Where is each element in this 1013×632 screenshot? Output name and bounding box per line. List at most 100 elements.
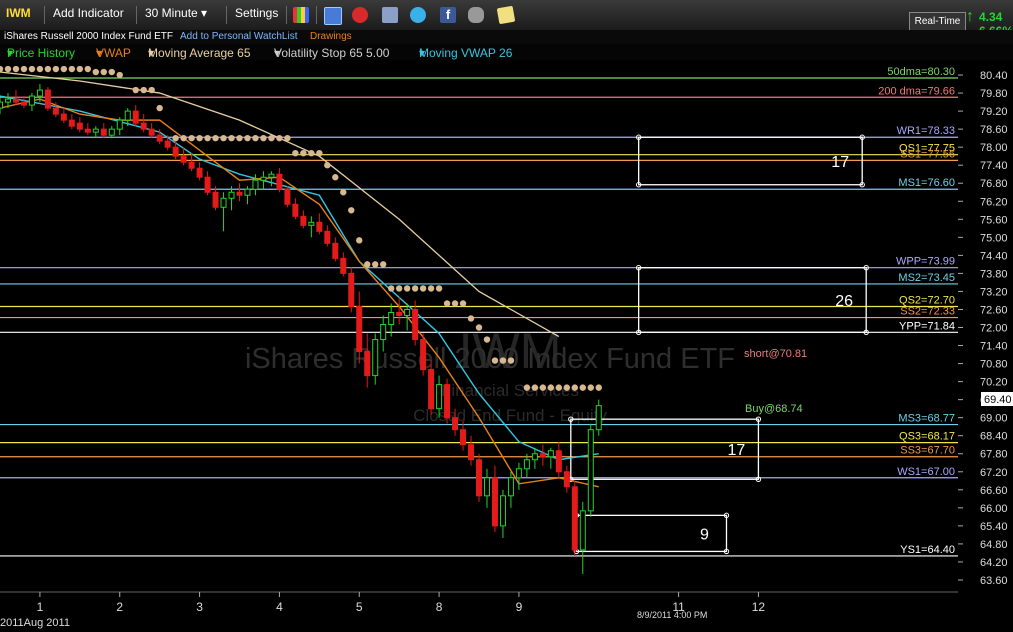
candle-body xyxy=(436,384,443,410)
binoculars-icon[interactable] xyxy=(468,7,484,23)
toolbar-divider xyxy=(226,6,227,24)
settings-button[interactable]: Settings xyxy=(235,6,278,20)
candle-body xyxy=(0,101,3,109)
chevron-down-icon: ▾ xyxy=(201,6,208,20)
level-label: SS2=72.33 xyxy=(900,306,955,318)
volatility-stop-dot xyxy=(435,285,443,292)
box-count-label: 17 xyxy=(831,154,849,171)
price-chart[interactable]: IWM iShares Russell 2000 Index Fund ETF … xyxy=(0,60,1013,632)
candle-body xyxy=(28,95,35,106)
candle-body xyxy=(364,351,371,377)
volatility-stop-dot xyxy=(36,65,44,73)
price-tick-label: 67.80 xyxy=(980,449,1008,461)
study-label: Price History xyxy=(7,46,76,60)
level-label: WS1=67.00 xyxy=(897,466,955,478)
price-tick-label: 74.40 xyxy=(980,250,1008,262)
toolbar: IWM Add Indicator 30 Minute ▾ Settings f… xyxy=(0,0,1013,38)
study-label: Volatility Stop 65 5.00 xyxy=(274,46,390,60)
volatility-stop-dot xyxy=(340,189,347,196)
last-price-label: 69.40 xyxy=(984,394,1012,406)
price-tick-label: 76.20 xyxy=(980,196,1008,208)
volatility-stop-dot xyxy=(20,65,28,73)
candle-body xyxy=(348,272,355,307)
time-tick-label: 8 xyxy=(436,600,443,614)
candle-body xyxy=(539,453,546,458)
price-tick-label: 73.80 xyxy=(980,268,1008,280)
volatility-stop-dot xyxy=(76,65,84,73)
volatility-stop-dot xyxy=(60,65,68,73)
candle-body xyxy=(228,191,235,199)
candle-body xyxy=(356,305,363,353)
volatility-stop-dot xyxy=(196,134,203,142)
volatility-stop-dot xyxy=(44,65,52,73)
candle-body xyxy=(36,89,43,97)
volatility-stop-dot xyxy=(204,134,211,142)
interval-label: 30 Minute xyxy=(145,6,198,20)
toolbar-divider xyxy=(44,6,45,24)
volatility-stop-dot xyxy=(427,285,435,292)
volatility-stop-dot xyxy=(52,65,60,73)
volatility-stop-dot xyxy=(156,104,163,112)
candle-body xyxy=(428,369,435,410)
volatility-stop-dot xyxy=(12,65,20,73)
candle-body xyxy=(595,405,602,431)
chart-type-icon[interactable] xyxy=(293,7,309,23)
target-box xyxy=(638,136,863,186)
candle-body xyxy=(340,257,347,274)
candle-body xyxy=(212,191,219,208)
candle-body xyxy=(140,122,147,130)
candle-body xyxy=(420,339,427,371)
volatility-stop-dot xyxy=(467,315,475,322)
volatility-stop-dot xyxy=(180,134,187,142)
price-tick-label: 79.20 xyxy=(980,106,1008,118)
alarm-clock-icon[interactable] xyxy=(352,7,368,23)
symbol-field[interactable]: IWM xyxy=(6,6,31,20)
volatility-stop-dot xyxy=(348,207,355,214)
price-tick-label: 64.80 xyxy=(980,539,1008,551)
price-tick-label: 75.60 xyxy=(980,214,1008,226)
price-tick-label: 77.40 xyxy=(980,160,1008,172)
save-icon[interactable] xyxy=(324,7,342,25)
volatility-stop-dot xyxy=(507,357,515,364)
volatility-stop-dot xyxy=(483,336,491,343)
drawings-link[interactable]: Drawings xyxy=(310,31,352,42)
level-label: SS1=77.56 xyxy=(900,148,955,160)
candle-body xyxy=(523,459,530,470)
candle-body xyxy=(236,191,243,196)
documents-icon[interactable] xyxy=(382,7,398,23)
time-tick-label: 12 xyxy=(752,600,766,614)
candle-body xyxy=(468,444,475,461)
interval-select[interactable]: 30 Minute ▾ xyxy=(145,6,207,20)
candle-body xyxy=(284,188,291,205)
add-watchlist-link[interactable]: Add to Personal WatchList xyxy=(180,31,297,42)
target-box xyxy=(638,267,867,333)
note-icon[interactable] xyxy=(496,5,516,25)
twitter-icon[interactable] xyxy=(410,7,426,23)
time-tick-label: 9 xyxy=(516,600,523,614)
candle-body xyxy=(507,477,514,497)
volatility-stop-dot xyxy=(563,384,571,391)
volatility-stop-dot xyxy=(268,134,275,142)
candle-body xyxy=(372,339,379,377)
price-tick-label: 63.60 xyxy=(980,575,1008,587)
price-tick-label: 72.00 xyxy=(980,323,1008,335)
volatility-stop-dot xyxy=(276,134,283,142)
facebook-icon[interactable]: f xyxy=(440,7,456,23)
candle-body xyxy=(491,477,498,527)
volatility-stop-dot xyxy=(284,134,291,142)
candle-body xyxy=(68,119,75,127)
chevron-down-icon: ▾ xyxy=(148,46,155,60)
box-count-label: 26 xyxy=(835,293,853,310)
box-count-label: 9 xyxy=(700,526,709,543)
price-tick-label: 76.80 xyxy=(980,178,1008,190)
price-tick-label: 71.40 xyxy=(980,341,1008,353)
volatility-stop-dot xyxy=(387,285,395,292)
candle-body xyxy=(172,146,179,157)
volatility-stop-dot xyxy=(403,285,411,292)
realtime-button[interactable]: Real-Time xyxy=(909,12,966,32)
price-tick-label: 70.80 xyxy=(980,359,1008,371)
buy-annotation: Buy@68.74 xyxy=(745,403,803,415)
volatility-stop-dot xyxy=(92,68,100,76)
add-indicator-button[interactable]: Add Indicator xyxy=(53,6,124,20)
candle-body xyxy=(196,167,203,178)
